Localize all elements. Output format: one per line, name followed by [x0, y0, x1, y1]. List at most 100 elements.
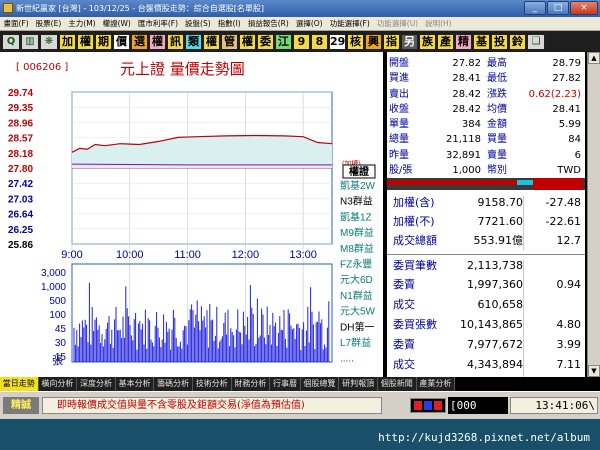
- menu-item-2[interactable]: 主力(M): [65, 17, 99, 30]
- toolbar-button-23[interactable]: 族: [419, 33, 436, 50]
- quote-value: TWD: [557, 165, 581, 176]
- toolbar-button-16[interactable]: 9: [293, 33, 310, 50]
- tab-2[interactable]: 深度分析: [77, 377, 116, 391]
- quote-label: 總量: [389, 134, 409, 145]
- menu-item-0[interactable]: 畫面(F): [0, 17, 32, 30]
- toolbar-button-6[interactable]: 價: [113, 33, 130, 50]
- toolbar-button-21[interactable]: 指: [383, 33, 400, 50]
- tab-11[interactable]: 產業分析: [416, 377, 456, 391]
- toolbar-button-14[interactable]: 委: [257, 33, 274, 50]
- tab-3[interactable]: 基本分析: [115, 377, 155, 391]
- warrant-item[interactable]: .....: [340, 354, 354, 365]
- minimize-button[interactable]: _: [524, 1, 546, 15]
- tab-4[interactable]: 籌碼分析: [154, 377, 193, 391]
- maximize-button[interactable]: □: [547, 1, 569, 15]
- toolbar-button-10[interactable]: 類: [185, 33, 202, 50]
- market-stats-panel: 加權(含) 9158.70 -27.48 加權(不) 7721.60 -22.61 成交總額…: [387, 190, 585, 377]
- warrant-item[interactable]: 元大5W: [340, 305, 376, 318]
- toolbar-button-11[interactable]: 權: [203, 33, 220, 50]
- column-divider: [523, 196, 524, 251]
- quote-value: 28.41: [552, 104, 581, 115]
- quote-value: 0.62(2.23): [528, 89, 581, 100]
- tab-5[interactable]: 技術分析: [192, 377, 232, 391]
- menu-item-9[interactable]: 功能選擇(F): [326, 17, 373, 30]
- order-label: 成交: [393, 298, 415, 311]
- scroll-up-icon[interactable]: ▲: [588, 52, 600, 64]
- quote-label: 賣出: [389, 89, 409, 100]
- toolbar-settings-icon[interactable]: ❋: [40, 33, 58, 50]
- time-tick-label: 11:00: [174, 249, 201, 261]
- index-row-1: 加權(不) 7721.60 -22.61: [387, 213, 585, 231]
- tab-0[interactable]: 當日走勢: [0, 377, 39, 391]
- quote-label: 買量: [487, 134, 507, 145]
- order-label: 成交: [393, 358, 415, 371]
- menu-item-10[interactable]: 功能選擇(U): [373, 17, 421, 30]
- warrant-item[interactable]: M9群益: [340, 226, 374, 239]
- toolbar-button-24[interactable]: 產: [437, 33, 454, 50]
- price-tick-label: 28.57: [8, 134, 33, 145]
- menu-item-11[interactable]: 說明(H): [422, 17, 456, 30]
- menu-item-1[interactable]: 股票(E): [32, 17, 65, 30]
- index-label: 加權(含): [393, 196, 435, 209]
- toolbar-chart-icon[interactable]: ▥: [21, 33, 39, 50]
- quote-label: 開盤: [389, 58, 409, 69]
- vertical-scrollbar[interactable]: ▲ ▼: [587, 52, 600, 377]
- menu-item-6[interactable]: 指數(I): [214, 17, 244, 30]
- toolbar-button-3[interactable]: 加: [59, 33, 76, 50]
- warrant-header: 權證: [349, 165, 370, 178]
- index-row-0: 加權(含) 9158.70 -27.48: [387, 194, 585, 212]
- menu-item-8[interactable]: 選擇(O): [292, 17, 326, 30]
- tab-1[interactable]: 橫向分析: [38, 377, 78, 391]
- toolbar-button-4[interactable]: 權: [77, 33, 94, 50]
- index-label: 成交總額: [393, 234, 437, 247]
- menu-item-4[interactable]: 匯市利率(F): [134, 17, 181, 30]
- tab-10[interactable]: 個股新聞: [377, 377, 417, 391]
- tab-6[interactable]: 財務分析: [231, 377, 271, 391]
- warrant-item[interactable]: M8群益: [340, 242, 374, 255]
- toolbar-button-26[interactable]: 基: [473, 33, 490, 50]
- toolbar-button-18[interactable]: 29: [329, 33, 346, 50]
- toolbar-search-icon[interactable]: Q: [2, 33, 20, 50]
- menu-item-5[interactable]: 設盤(S): [182, 17, 215, 30]
- index-label: 加權(不): [393, 215, 435, 228]
- warrant-item[interactable]: N1群益: [340, 289, 373, 302]
- toolbar-button-19[interactable]: 核: [347, 33, 364, 50]
- stock-code-input[interactable]: [000: [448, 397, 508, 414]
- quote-row-1: 買進 28.41 最低 27.82: [387, 72, 585, 86]
- warrant-item[interactable]: 元大6D: [340, 273, 373, 286]
- order-label: 委賣: [393, 278, 415, 291]
- toolbar-button-13[interactable]: 權: [239, 33, 256, 50]
- quote-value: 28.42: [452, 104, 481, 115]
- warrant-item[interactable]: DH第一: [340, 320, 374, 333]
- menu-item-3[interactable]: 權證(W): [99, 17, 134, 30]
- toolbar-button-7[interactable]: 選: [131, 33, 148, 50]
- scroll-down-icon[interactable]: ▼: [588, 365, 600, 377]
- warrant-item[interactable]: 凱基2W: [340, 179, 376, 192]
- tab-8[interactable]: 個股總覽: [300, 377, 340, 391]
- menu-item-7[interactable]: 損益報告(R): [244, 17, 292, 30]
- warrant-item[interactable]: N3群益: [340, 195, 373, 208]
- volume-tick-label: 3,000: [41, 268, 66, 279]
- volume-tick-label: 500: [49, 296, 66, 307]
- toolbar-button-9[interactable]: 訊: [167, 33, 184, 50]
- toolbar-button-28[interactable]: 鈴: [509, 33, 526, 50]
- price-tick-label: 27.80: [8, 164, 33, 175]
- toolbar-button-17[interactable]: 8: [311, 33, 328, 50]
- toolbar-button-22[interactable]: 另: [401, 33, 418, 50]
- warrant-item[interactable]: 凱基1Z: [340, 210, 372, 223]
- toolbar-button-25[interactable]: 精: [455, 33, 472, 50]
- quote-row-3: 收盤 28.42 均價 28.41: [387, 103, 585, 117]
- toolbar-button-15[interactable]: 江: [275, 33, 292, 50]
- tab-7[interactable]: 行事曆: [270, 377, 301, 391]
- toolbar-button-8[interactable]: 權: [149, 33, 166, 50]
- close-button[interactable]: ×: [570, 1, 598, 15]
- volume-plot-frame: [71, 263, 333, 363]
- tab-9[interactable]: 研判報頂: [339, 377, 378, 391]
- toolbar-window-icon[interactable]: ❑: [527, 33, 545, 50]
- toolbar-button-5[interactable]: 期: [95, 33, 112, 50]
- warrant-item[interactable]: FZ永豐: [340, 258, 372, 271]
- warrant-item[interactable]: L7群益: [340, 336, 371, 349]
- toolbar-button-20[interactable]: 興: [365, 33, 382, 50]
- toolbar-button-12[interactable]: 管: [221, 33, 238, 50]
- toolbar-button-27[interactable]: 投: [491, 33, 508, 50]
